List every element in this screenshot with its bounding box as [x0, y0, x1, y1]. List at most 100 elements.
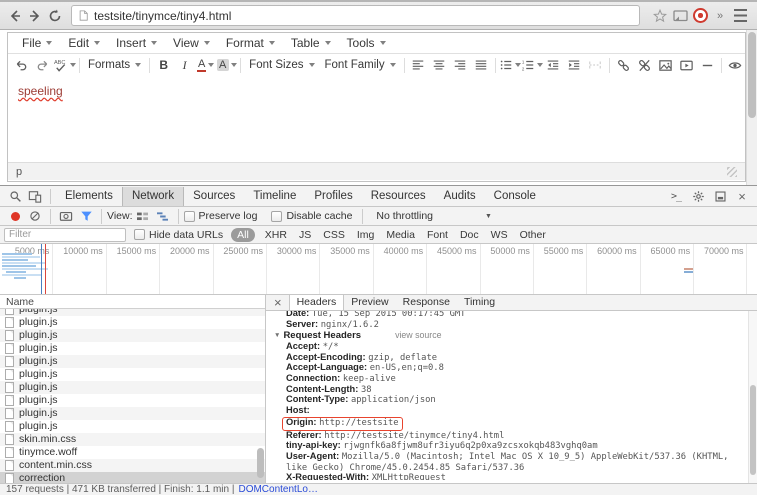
record-button[interactable] [11, 212, 20, 221]
request-list-scrollbar[interactable] [257, 309, 264, 481]
triangle-expanded-icon[interactable]: ▼ [274, 332, 280, 339]
inspect-element-button[interactable] [5, 187, 25, 205]
align-left-button[interactable] [408, 56, 429, 75]
disable-cache-checkbox[interactable] [271, 211, 282, 222]
devtools-tab[interactable]: Profiles [305, 187, 361, 206]
address-bar[interactable]: testsite/tinymce/tiny4.html [71, 5, 640, 26]
type-filter[interactable]: CSS [323, 229, 345, 241]
bullet-list-button[interactable] [499, 56, 521, 75]
view-waterfall-button[interactable] [153, 207, 173, 225]
background-color-button[interactable]: A [216, 56, 237, 75]
type-filter[interactable]: XHR [265, 229, 287, 241]
editor-menu-item[interactable]: Format [218, 34, 283, 52]
scrollbar-thumb[interactable] [257, 448, 264, 478]
request-row[interactable]: plugin.js [0, 368, 265, 381]
network-overview[interactable]: 5000 ms10000 ms15000 ms20000 ms25000 ms3… [0, 244, 757, 295]
name-column-header[interactable]: Name [0, 295, 265, 309]
type-filter[interactable]: All [231, 228, 255, 242]
insert-image-button[interactable] [655, 56, 676, 75]
misspelled-word[interactable]: speeling [18, 84, 63, 98]
font-family-dropdown[interactable]: Font Family [320, 59, 401, 71]
hide-data-urls-checkbox[interactable] [134, 229, 145, 240]
disable-cache-label[interactable]: Disable cache [286, 210, 352, 222]
editor-content-area[interactable]: speeling [8, 76, 745, 162]
italic-button[interactable]: I [174, 56, 195, 75]
page-break-button[interactable] [585, 56, 606, 75]
view-source-link[interactable]: view source [395, 330, 441, 340]
devtools-tab[interactable]: Console [485, 187, 545, 206]
insert-media-button[interactable] [676, 56, 697, 75]
request-row[interactable]: plugin.js [0, 420, 265, 433]
details-tab[interactable]: Timing [457, 295, 502, 310]
type-filter[interactable]: Other [520, 229, 546, 241]
text-color-button[interactable]: A [195, 56, 216, 75]
details-tab[interactable]: Preview [344, 295, 395, 310]
dock-side-button[interactable] [710, 187, 730, 205]
reload-button[interactable] [45, 6, 65, 26]
editor-menu-item[interactable]: View [165, 34, 218, 52]
align-center-button[interactable] [429, 56, 450, 75]
editor-menu-item[interactable]: Insert [108, 34, 165, 52]
request-row[interactable]: content.min.css [0, 459, 265, 472]
devtools-tab[interactable]: Timeline [244, 187, 305, 206]
extension-button[interactable] [690, 6, 710, 26]
request-row[interactable]: plugin.js [0, 394, 265, 407]
type-filter[interactable]: WS [491, 229, 508, 241]
bookmark-star-button[interactable] [650, 6, 670, 26]
editor-menu-item[interactable]: Edit [60, 34, 108, 52]
details-tab[interactable]: Response [396, 295, 457, 310]
devtools-tab[interactable]: Network [122, 187, 184, 206]
preview-button[interactable] [725, 56, 745, 75]
align-justify-button[interactable] [471, 56, 492, 75]
spellcheck-button[interactable]: ABC [53, 56, 76, 75]
details-scrollbar[interactable] [748, 311, 757, 483]
filter-input[interactable] [4, 228, 126, 242]
formats-dropdown[interactable]: Formats [83, 59, 146, 71]
resize-handle-icon[interactable] [727, 167, 737, 177]
request-row[interactable]: plugin.js [0, 355, 265, 368]
back-button[interactable] [5, 6, 25, 26]
details-tab[interactable]: Headers [289, 295, 345, 310]
devtools-tab[interactable]: Audits [435, 187, 485, 206]
type-filter[interactable]: JS [299, 229, 311, 241]
scrollbar-thumb[interactable] [750, 385, 756, 475]
page-scrollbar[interactable] [746, 30, 757, 185]
request-row[interactable]: plugin.js [0, 309, 265, 316]
element-path[interactable]: p [16, 166, 22, 178]
device-mode-button[interactable] [25, 187, 45, 205]
clear-button[interactable] [25, 207, 45, 225]
editor-menu-item[interactable]: Tools [339, 34, 394, 52]
view-list-button[interactable] [133, 207, 153, 225]
console-drawer-button[interactable]: >_ [666, 187, 686, 205]
forward-button[interactable] [25, 6, 45, 26]
request-row[interactable]: tinymce.woff [0, 446, 265, 459]
cast-button[interactable] [670, 6, 690, 26]
insert-link-button[interactable] [613, 56, 634, 75]
request-row[interactable]: plugin.js [0, 342, 265, 355]
throttling-dropdown[interactable]: No throttling ▼ [376, 210, 492, 222]
bold-button[interactable]: B [153, 56, 174, 75]
hide-data-urls-label[interactable]: Hide data URLs [149, 229, 223, 241]
devtools-tab[interactable]: Resources [362, 187, 435, 206]
preserve-log-checkbox[interactable] [184, 211, 195, 222]
align-right-button[interactable] [450, 56, 471, 75]
request-row[interactable]: skin.min.css [0, 433, 265, 446]
numbered-list-button[interactable]: 12 [521, 56, 543, 75]
editor-menu-item[interactable]: Table [283, 34, 339, 52]
editor-menu-item[interactable]: File [14, 34, 60, 52]
type-filter[interactable]: Doc [460, 229, 479, 241]
type-filter[interactable]: Img [357, 229, 375, 241]
font-sizes-dropdown[interactable]: Font Sizes [244, 59, 319, 71]
remove-link-button[interactable] [634, 56, 655, 75]
devtools-tab[interactable]: Sources [184, 187, 244, 206]
redo-button[interactable] [32, 56, 53, 75]
request-row[interactable]: plugin.js [0, 316, 265, 329]
close-details-button[interactable]: × [274, 295, 282, 310]
request-row[interactable]: plugin.js [0, 381, 265, 394]
filmstrip-button[interactable] [56, 207, 76, 225]
type-filter[interactable]: Font [427, 229, 448, 241]
request-row[interactable]: plugin.js [0, 329, 265, 342]
page-scrollbar-thumb[interactable] [748, 32, 756, 118]
chrome-menu-button[interactable] [730, 6, 750, 26]
increase-indent-button[interactable] [564, 56, 585, 75]
